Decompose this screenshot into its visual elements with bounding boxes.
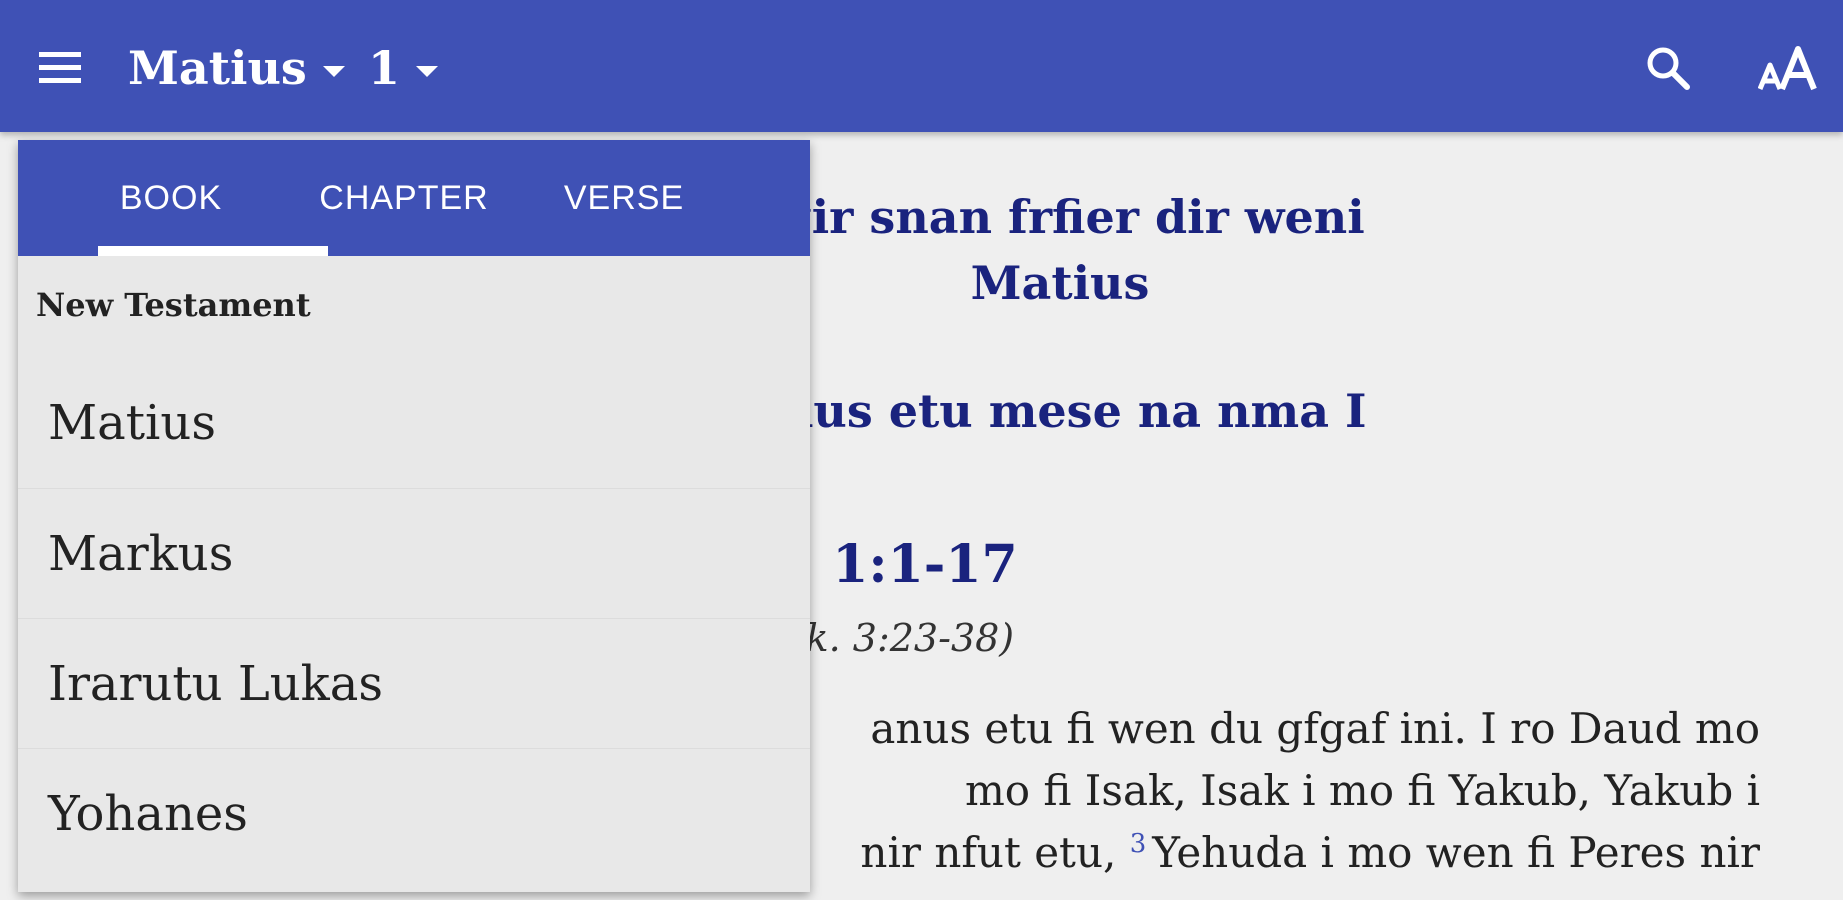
chevron-down-icon (416, 65, 439, 77)
chapter-selector[interactable]: 1 (368, 36, 439, 100)
verse-number[interactable]: 3 (1130, 829, 1147, 859)
book-selector-label: Matius (128, 41, 307, 95)
search-icon (1647, 47, 1690, 90)
app-bar: Matius 1 (0, 0, 1843, 132)
search-button[interactable] (1636, 36, 1700, 100)
tab-book[interactable]: BOOK (98, 140, 244, 256)
book-selector[interactable]: Matius (128, 36, 345, 100)
menu-button[interactable] (32, 40, 88, 96)
text-size-icon (1758, 46, 1817, 91)
verse-text: nir nfut etu, (860, 828, 1117, 877)
tab-chapter[interactable]: CHAPTER (314, 140, 494, 256)
book-chapter-verse-picker: BOOK CHAPTER VERSE New Testament Matius … (18, 140, 810, 892)
text-size-button[interactable] (1752, 36, 1824, 100)
verse-text: Yehuda i mo wen fi Peres nir (1152, 828, 1760, 877)
picker-tab-bar: BOOK CHAPTER VERSE (18, 140, 810, 256)
book-list-item[interactable]: Markus (18, 488, 810, 618)
tab-verse[interactable]: VERSE (554, 140, 694, 256)
book-list-item[interactable]: Matius (18, 358, 810, 488)
book-list: Matius Markus Irarutu Lukas Yohanes (18, 358, 810, 878)
book-list-item[interactable]: Irarutu Lukas (18, 618, 810, 748)
chevron-down-icon (322, 65, 345, 77)
chapter-selector-label: 1 (368, 41, 401, 95)
testament-group-label: New Testament (36, 286, 311, 324)
selected-tab-indicator (98, 246, 328, 256)
hamburger-menu-icon (39, 52, 81, 83)
book-list-item[interactable]: Yohanes (18, 748, 810, 878)
